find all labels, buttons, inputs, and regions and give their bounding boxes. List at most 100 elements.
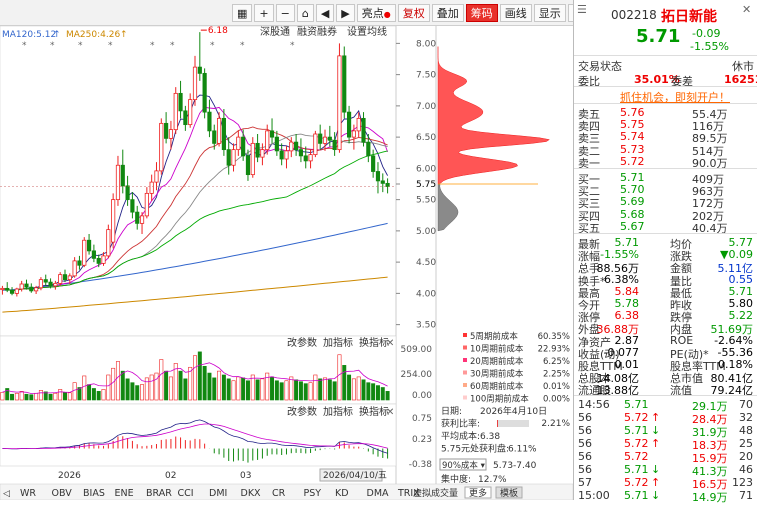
indicator-tab-brar[interactable]: BRAR xyxy=(146,488,172,499)
bottom-virtual-volume[interactable]: 虚拟成交量 xyxy=(413,487,458,499)
chart-area[interactable]: MA120:5.12 ↑ MA250:4.26 ↑ * * * * * * * * * 深股通 融资融券 设置… xyxy=(0,25,574,501)
event-star-icon: * xyxy=(108,41,113,51)
volume-bar xyxy=(24,393,29,401)
stat-value: ▼0.09 xyxy=(720,248,753,262)
indicator-tab-psy[interactable]: PSY xyxy=(304,488,322,499)
event-star-icon: * xyxy=(22,41,27,51)
tick-price: 5.71 xyxy=(624,489,649,502)
indicator-tab-cci[interactable]: CCI xyxy=(178,488,194,499)
indicator-tab-dma[interactable]: DMA xyxy=(367,488,390,499)
chip-info-conc-label: 集中度: xyxy=(441,473,471,485)
chip-button[interactable]: 筹码 xyxy=(465,3,498,22)
next-icon[interactable]: ▶ xyxy=(336,3,355,22)
volume-bar xyxy=(380,387,385,401)
volume-bar xyxy=(351,378,356,401)
volume-bar xyxy=(164,370,169,401)
candle-body xyxy=(274,136,279,152)
sell-level-price: 5.75 xyxy=(620,118,645,132)
candle-body xyxy=(106,229,111,257)
stat-value: -55.36 xyxy=(717,345,753,359)
chip-info-profit-value: 2.21% xyxy=(541,419,570,429)
candle-body xyxy=(337,55,342,151)
volume-menu-0[interactable]: 改参数 xyxy=(287,336,317,349)
indicator-tab-ene[interactable]: ENE xyxy=(115,488,134,499)
candle-body xyxy=(279,150,284,160)
candle-body xyxy=(342,55,347,113)
main-menu-2[interactable]: 设置均线 xyxy=(347,25,387,38)
candle-body xyxy=(216,117,222,144)
more-button[interactable]: 更多 xyxy=(469,487,487,499)
tick-time: 56 xyxy=(578,437,592,450)
model-button[interactable]: 模板 xyxy=(500,487,518,499)
candle-body xyxy=(168,129,174,139)
tick-count: 32 xyxy=(739,411,753,424)
indicator-tab-obv[interactable]: OBV xyxy=(52,488,73,499)
volume-close-icon[interactable]: ✕ xyxy=(386,338,394,349)
draw-button[interactable]: 画线 xyxy=(499,3,532,22)
volume-bar xyxy=(14,392,19,401)
event-star-icon: * xyxy=(210,41,215,51)
indicator-tab-bias[interactable]: BIAS xyxy=(83,488,105,499)
price-axis-label: 7.00 xyxy=(416,102,436,112)
volume-bar xyxy=(178,370,183,401)
candle-body xyxy=(62,274,68,281)
volume-bar xyxy=(236,376,241,401)
menu-icon[interactable]: ☰ xyxy=(577,3,587,16)
chip-list-label: 30周期前成本 xyxy=(470,369,524,380)
stat-value: 5.77 xyxy=(728,236,754,249)
volume-bar xyxy=(19,391,24,401)
overlay-dropdown[interactable]: 叠加 xyxy=(431,3,464,22)
grid-icon[interactable]: ▦ xyxy=(232,3,253,22)
volume-menu-1[interactable]: 加指标 xyxy=(323,336,353,349)
volume-bar xyxy=(207,372,212,401)
highlight-button[interactable]: 亮点● xyxy=(356,3,396,22)
candle-body xyxy=(269,130,275,138)
price-axis-label: 5.50 xyxy=(416,196,436,206)
adjust-dropdown[interactable]: 复权 xyxy=(397,3,430,22)
chart-toolbar: ▦ + − ⌂ ◀ ▶ 亮点● 复权 叠加 筹码 画线 显示 简约 模板 xyxy=(0,0,634,26)
indicator-menu-2[interactable]: 换指标 xyxy=(359,405,389,418)
tick-price: 5.71 xyxy=(624,424,649,437)
tick-price: 5.72 xyxy=(624,476,649,489)
tick-volume: 14.9万 xyxy=(692,491,728,504)
indicator-tab-dmi[interactable]: DMI xyxy=(209,488,227,499)
volume-bar xyxy=(140,384,145,401)
indicator-menu-1[interactable]: 加指标 xyxy=(323,405,353,418)
cost-select[interactable]: 90%成本 ▾ xyxy=(442,460,486,471)
volume-bar xyxy=(356,376,361,401)
volume-bar xyxy=(323,377,327,401)
tabs-scroll-left-icon[interactable]: ◁ xyxy=(3,489,10,499)
volume-bar xyxy=(313,374,318,401)
candle-body xyxy=(43,279,48,283)
indicator-tab-kd[interactable]: KD xyxy=(335,488,349,499)
chip-info-conc-value: 12.7% xyxy=(478,475,507,485)
indicator-tab-dkx[interactable]: DKX xyxy=(241,488,262,499)
candle-body xyxy=(385,182,390,187)
stat-value: 5.78 xyxy=(614,297,640,310)
candle-body xyxy=(183,110,188,126)
zoom-out-button[interactable]: − xyxy=(275,3,295,22)
main-menu-0[interactable]: 深股通 xyxy=(260,26,290,38)
main-menu-1[interactable]: 融资融券 xyxy=(297,25,337,38)
candle-body xyxy=(164,122,169,139)
tick-time: 14:56 xyxy=(578,398,610,411)
close-icon[interactable]: ✕ xyxy=(742,3,751,16)
price-change: -0.09 xyxy=(692,27,721,40)
display-dropdown[interactable]: 显示 xyxy=(533,3,566,22)
volume-bar xyxy=(38,390,43,401)
chart-svg[interactable]: MA120:5.12↑ MA250:4.26 ↑* * * * * * * * *深股通 融资融券 设置… xyxy=(0,25,574,501)
volume-bar xyxy=(125,378,130,401)
price-axis-label: 7.50 xyxy=(416,71,436,81)
prev-icon[interactable]: ◀ xyxy=(315,3,335,22)
indicator-tab-cr[interactable]: CR xyxy=(272,488,286,499)
indicator-close-icon[interactable]: ✕ xyxy=(386,407,394,418)
tick-count: 25 xyxy=(739,437,753,450)
volume-menu-2[interactable]: 换指标 xyxy=(359,336,389,349)
zoom-in-button[interactable]: + xyxy=(254,3,274,22)
indicator-tab-wr[interactable]: WR xyxy=(20,488,36,499)
candle-body xyxy=(24,283,29,288)
volume-bar xyxy=(101,389,106,401)
home-icon[interactable]: ⌂ xyxy=(296,3,314,22)
stat-value: 2.87 xyxy=(614,333,640,347)
indicator-menu-0[interactable]: 改参数 xyxy=(287,405,317,418)
